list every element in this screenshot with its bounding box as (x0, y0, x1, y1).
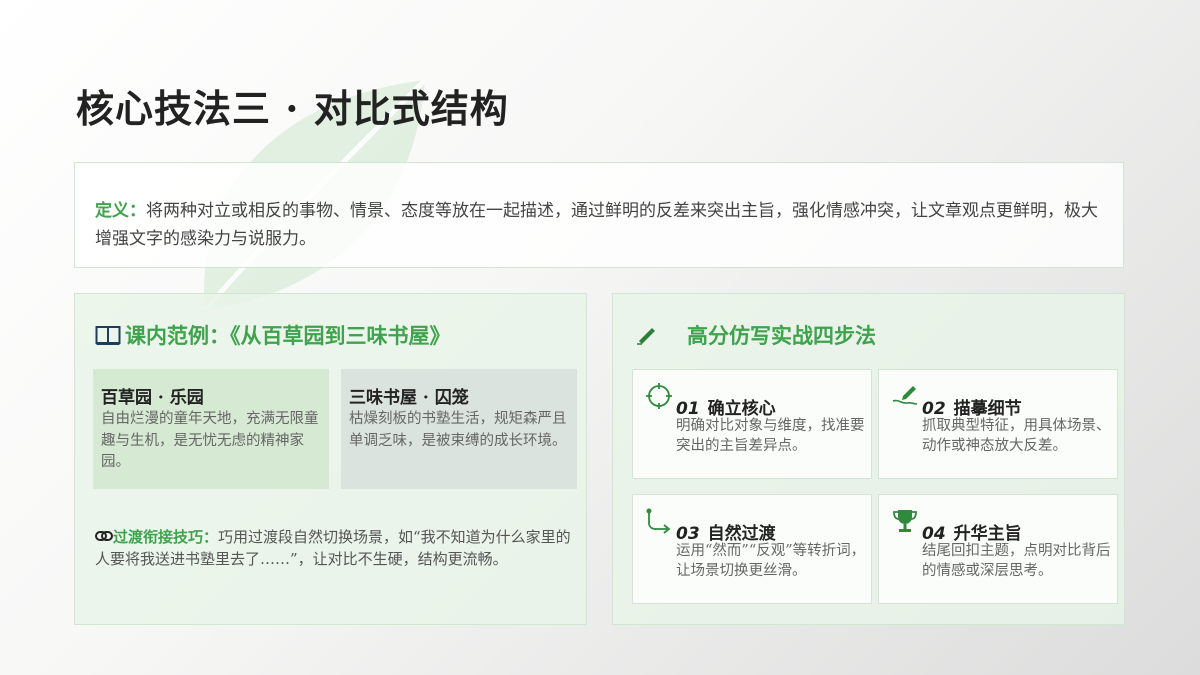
compare-card-baicaoyuan: 百草园 · 乐园 自由烂漫的童年天地，充满无限童趣与生机，是无忧无虑的精神家园。 (93, 369, 329, 489)
page-title: 核心技法三 · 对比式结构 (76, 86, 509, 131)
step-desc: 抓取典型特征，用具体场景、动作或神态放大反差。 (922, 418, 1111, 454)
definition-label: 定义： (95, 201, 146, 221)
method-heading: 高分仿写实战四步法 (635, 320, 876, 350)
step-card-4: 04 升华主旨 结尾回扣主题，点明对比背后的情感或深层思考。 (878, 494, 1118, 604)
example-heading-text: 课内范例：《从百草园到三味书屋》 (125, 323, 451, 348)
step-desc: 结尾回扣主题，点明对比背后的情感或深层思考。 (922, 543, 1111, 579)
compare-card-sanweishuwu: 三味书屋 · 囚笼 枯燥刻板的书塾生活，规矩森严且单调乏味，是被束缚的成长环境。 (341, 369, 577, 489)
pen-icon (892, 386, 918, 405)
writing-hand-icon (637, 328, 655, 345)
trophy-icon (893, 510, 917, 532)
step-card-2: 02 描摹细节 抓取典型特征，用具体场景、动作或神态放大反差。 (878, 369, 1118, 479)
method-heading-text: 高分仿写实战四步法 (687, 323, 876, 348)
step-card-1: 01 确立核心 明确对比对象与维度，找准要突出的主旨差异点。 (632, 369, 872, 479)
card-title: 百草园 · 乐园 (101, 388, 204, 408)
book-icon (95, 326, 121, 345)
definition-box: 定义：将两种对立或相反的事物、情景、态度等放在一起描述，通过鲜明的反差来突出主旨… (74, 162, 1124, 268)
route-icon (646, 508, 671, 534)
example-panel: 课内范例：《从百草园到三味书屋》 百草园 · 乐园 自由烂漫的童年天地，充满无限… (74, 293, 587, 625)
tip-label: 过渡衔接技巧： (113, 528, 219, 546)
transition-tip: 过渡衔接技巧：巧用过渡段自然切换场景，如“我不知道为什么家里的人要将我送进书塾里… (95, 526, 585, 570)
step-desc: 明确对比对象与维度，找准要突出的主旨差异点。 (676, 418, 865, 454)
method-panel: 高分仿写实战四步法 01 确立核心 明确对比对象与维度，找准要突出的主旨差异点。 … (612, 293, 1125, 625)
example-heading: 课内范例：《从百草园到三味书屋》 (95, 320, 451, 350)
step-desc: 运用“然而”“反观”等转折词，让场景切换更丝滑。 (676, 543, 866, 579)
definition-body: 将两种对立或相反的事物、情景、态度等放在一起描述，通过鲜明的反差来突出主旨，强化… (95, 201, 1098, 249)
target-icon (646, 383, 672, 409)
step-card-3: 03 自然过渡 运用“然而”“反观”等转折词，让场景切换更丝滑。 (632, 494, 872, 604)
link-icon (95, 531, 113, 541)
definition-text: 定义：将两种对立或相反的事物、情景、态度等放在一起描述，通过鲜明的反差来突出主旨… (95, 197, 1103, 253)
card-desc: 自由烂漫的童年天地，充满无限童趣与生机，是无忧无虑的精神家园。 (101, 411, 319, 470)
card-desc: 枯燥刻板的书塾生活，规矩森严且单调乏味，是被束缚的成长环境。 (349, 411, 567, 449)
card-title: 三味书屋 · 囚笼 (349, 388, 469, 408)
